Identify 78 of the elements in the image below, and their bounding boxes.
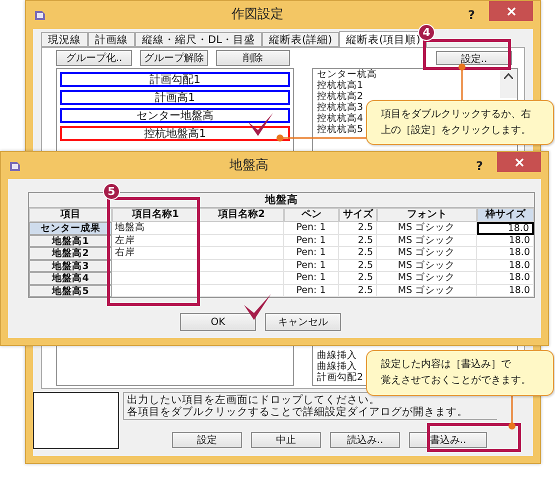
settings-button[interactable]: 設定.. <box>436 51 512 65</box>
column-header: フォント <box>377 208 477 222</box>
toolbar-button[interactable]: グループ解除 <box>140 50 208 66</box>
table-cell: MS ゴシック <box>377 260 477 272</box>
list-item[interactable]: 控杭杭高3 <box>317 102 364 113</box>
table-cell: 2.5 <box>339 234 377 247</box>
table-cell: Pen: 1 <box>284 247 339 260</box>
group-item[interactable]: 計画高1 <box>60 90 290 105</box>
close-button[interactable] <box>489 1 533 21</box>
table-cell: Pen: 1 <box>284 222 339 234</box>
list-item[interactable]: 控杭杭高5 <box>317 124 364 135</box>
table-cell: 18.0 <box>477 234 534 247</box>
column-header: 枠サイズ <box>477 208 534 222</box>
column-header: 項目名称2 <box>199 208 284 222</box>
tab[interactable]: 計画線 <box>88 32 135 47</box>
check-mark-icon <box>244 294 271 320</box>
row-header[interactable]: 地盤高2 <box>29 247 112 260</box>
list-item[interactable]: 曲線挿入 <box>317 350 357 361</box>
close-icon <box>514 158 524 166</box>
dialog-button[interactable]: 設定 <box>172 432 242 448</box>
table-cell: MS ゴシック <box>377 234 477 247</box>
row-header[interactable]: 地盤高4 <box>29 272 112 284</box>
column-header: ペン <box>284 208 339 222</box>
dialog-title: 地盤高 <box>230 158 269 174</box>
callout-text: 項目をダブルクリックするか、右 上の［設定］をクリックします。 <box>366 100 554 145</box>
toolbar-button[interactable]: 削除 <box>216 50 290 66</box>
leader-line <box>458 64 466 101</box>
table-cell: Pen: 1 <box>284 272 339 284</box>
window-title: 作図設定 <box>232 7 284 23</box>
table-cell: 2.5 <box>339 247 377 260</box>
table-cell: 18.0 <box>477 222 534 234</box>
help-button[interactable]: ? <box>468 8 475 22</box>
toolbar-button[interactable]: グループ化.. <box>56 50 132 66</box>
group-item[interactable]: センター地盤高 <box>60 108 290 123</box>
column-header: 項目 <box>29 208 112 222</box>
scroll-up-icon[interactable] <box>504 73 513 79</box>
help-button[interactable]: ? <box>476 158 483 172</box>
tab[interactable]: 縦線・縮尺・DL・目盛 <box>135 32 262 47</box>
table-cell: 2.5 <box>339 222 377 234</box>
table-cell: Pen: 1 <box>284 234 339 247</box>
dialog-button[interactable]: 書込み.. <box>409 432 487 448</box>
dialog-button[interactable]: 読込み.. <box>330 432 400 448</box>
dialog-button[interactable]: OK <box>180 313 256 331</box>
group-item[interactable]: 控杭地盤高1 <box>60 126 290 141</box>
close-button[interactable] <box>497 152 541 172</box>
table-cell: 2.5 <box>339 260 377 272</box>
table-cell: 18.0 <box>477 284 534 297</box>
list-item[interactable]: 控杭杭高1 <box>317 80 364 91</box>
table-cell: 18.0 <box>477 247 534 260</box>
table-cell: 2.5 <box>339 284 377 297</box>
check-mark-icon <box>248 113 273 136</box>
list-item[interactable]: 控杭杭高2 <box>317 91 364 102</box>
column-header: 項目名称1 <box>112 208 199 222</box>
list-item[interactable]: センター杭高 <box>317 69 377 80</box>
table-cell: 18.0 <box>477 272 534 284</box>
table-cell: 2.5 <box>339 272 377 284</box>
list-item[interactable]: 計画勾配2 <box>317 372 364 383</box>
tab[interactable]: 現況線 <box>41 32 88 47</box>
scrollbar <box>500 69 517 98</box>
table-cell: MS ゴシック <box>377 247 477 260</box>
list-item[interactable]: 曲線挿入 <box>317 361 357 372</box>
group-item[interactable]: 計画勾配1 <box>60 72 290 87</box>
callout-text: 設定した内容は［書込み］で 覚えさせておくことができます。 <box>366 350 554 396</box>
tab[interactable]: 縦断表(詳細) <box>262 32 340 47</box>
app-icon <box>33 8 47 22</box>
row-header[interactable]: センター成果 <box>29 222 112 234</box>
table-cell: MS ゴシック <box>377 284 477 297</box>
dialog-button[interactable]: 中止 <box>251 432 321 448</box>
leader-line <box>508 395 516 430</box>
table-cell: 18.0 <box>477 260 534 272</box>
table-cell: Pen: 1 <box>284 260 339 272</box>
dialog-button[interactable]: キャンセル <box>265 313 341 331</box>
table-cell: MS ゴシック <box>377 222 477 234</box>
column-header: サイズ <box>339 208 377 222</box>
close-icon <box>506 6 516 16</box>
list-item[interactable]: 控杭杭高4 <box>317 113 364 124</box>
table-cell: Pen: 1 <box>284 284 339 297</box>
table-cell: MS ゴシック <box>377 272 477 284</box>
